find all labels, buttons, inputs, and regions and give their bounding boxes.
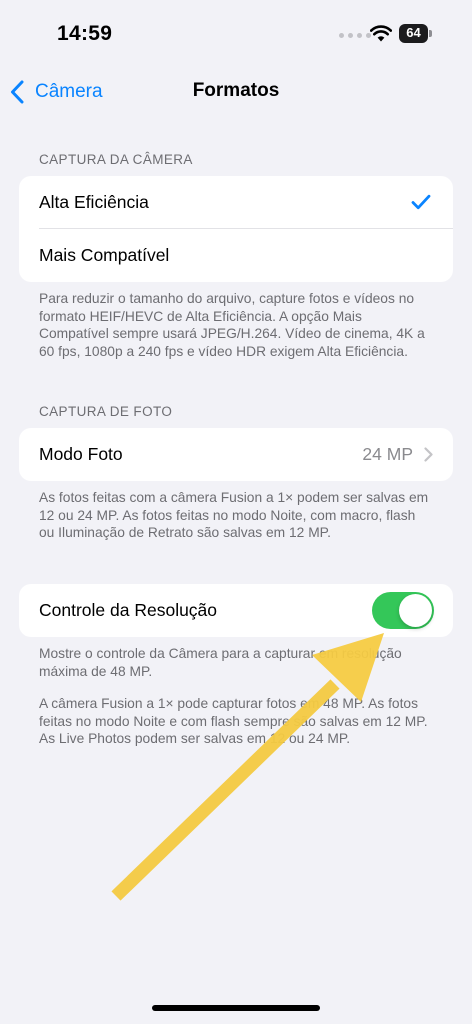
resolution-control-row: Controle da Resolução — [19, 584, 453, 637]
status-time: 14:59 — [57, 22, 113, 45]
chevron-right-icon — [424, 447, 433, 462]
photo-mode-value: 24 MP — [362, 444, 413, 464]
resolution-control-footer-detail: A câmera Fusion a 1× pode capturar fotos… — [39, 696, 428, 746]
checkmark-icon — [411, 194, 431, 210]
home-indicator[interactable] — [152, 1005, 320, 1011]
photo-capture-group: Modo Foto 24 MP — [19, 428, 453, 481]
section-header-camera-capture: CAPTURA DA CÂMERA — [39, 152, 193, 167]
resolution-control-toggle[interactable] — [372, 592, 434, 629]
status-bar: 14:59 64 — [0, 0, 472, 70]
photo-mode-row[interactable]: Modo Foto 24 MP — [19, 428, 453, 481]
toggle-knob — [399, 594, 432, 627]
resolution-control-group: Controle da Resolução — [19, 584, 453, 637]
cellular-signal-icon — [339, 33, 371, 38]
camera-capture-footer: Para reduzir o tamanho do arquivo, captu… — [39, 291, 425, 359]
resolution-control-label: Controle da Resolução — [39, 600, 218, 620]
wifi-icon — [370, 25, 392, 42]
photo-mode-label: Modo Foto — [39, 444, 123, 464]
option-high-efficiency[interactable]: Alta Eficiência — [19, 176, 453, 229]
page-title: Formatos — [192, 80, 280, 101]
photo-capture-footer: As fotos feitas com a câmera Fusion a 1×… — [39, 490, 429, 540]
battery-icon: 64 — [399, 24, 433, 43]
option-label: Mais Compatível — [39, 245, 170, 265]
camera-capture-group: Alta Eficiência Mais Compatível — [19, 176, 453, 282]
option-label: Alta Eficiência — [39, 192, 149, 212]
navigation-bar: Câmera Formatos — [0, 70, 472, 114]
resolution-control-footer: Mostre o controle da Câmera para a captu… — [39, 646, 402, 679]
section-header-photo-capture: CAPTURA DE FOTO — [39, 404, 173, 419]
option-most-compatible[interactable]: Mais Compatível — [19, 229, 453, 282]
battery-level: 64 — [406, 25, 421, 40]
